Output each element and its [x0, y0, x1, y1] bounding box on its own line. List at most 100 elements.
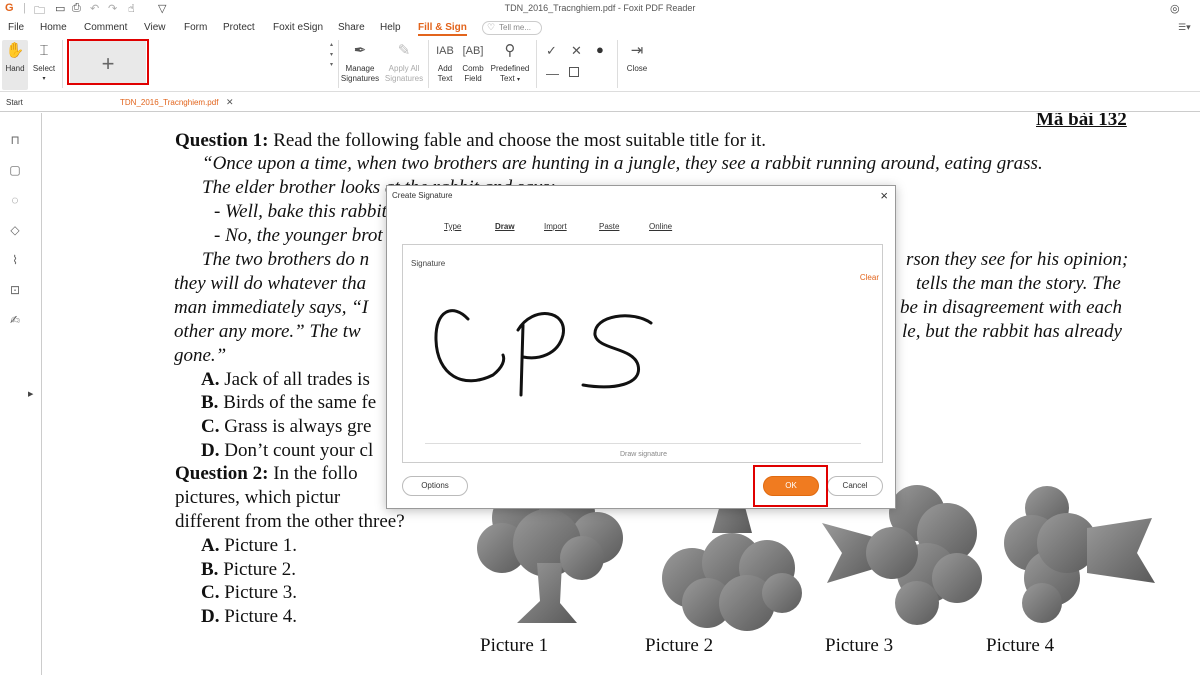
bookmark-icon[interactable]: ⊓ — [8, 133, 22, 147]
tab-start[interactable]: Start — [6, 98, 23, 107]
tab-paste[interactable]: Paste — [599, 222, 619, 231]
apply-all-label-2: Signatures — [384, 74, 424, 83]
menu-help[interactable]: Help — [380, 22, 401, 33]
security-icon[interactable]: ⊡ — [8, 283, 22, 297]
cancel-button[interactable]: Cancel — [827, 476, 883, 496]
signature-label: Signature — [411, 259, 446, 268]
predefined-label-2: Text — [500, 74, 515, 83]
add-text-icon: IAB — [436, 45, 454, 57]
picture-4-label: Picture 4 — [986, 635, 1055, 656]
expand-panel-icon[interactable]: ▶ — [28, 390, 33, 398]
option-q2-a: A. Picture 1. — [201, 535, 298, 556]
comb-field-button[interactable]: [AB] Comb Field — [460, 42, 486, 84]
ribbon: ✋ Hand ⌶ Select ▾ + ▴ ▾ ▾ ✒ Manage Signatu… — [0, 38, 1200, 92]
menu-bar: File Home Comment View Form Protect Foxi… — [0, 18, 1200, 38]
predefined-text-button[interactable]: ⚲ Predefined Text ▾ — [489, 42, 531, 85]
option-q1-a: A. Jack of all trades is — [201, 369, 370, 390]
menu-fill-sign[interactable]: Fill & Sign — [418, 22, 467, 36]
question-2-line: pictures, which pictur — [175, 487, 341, 508]
tab-document[interactable]: TDN_2016_Tracnghiem.pdf — [120, 98, 218, 107]
select-icon: ⌶ — [39, 42, 49, 59]
create-signature-dialog: Create Signature × Type Draw Import Past… — [386, 185, 896, 509]
signature-panel-icon[interactable]: ✍ — [8, 313, 22, 327]
tree-picture-4 — [1004, 486, 1155, 623]
chevron-down-icon: ▾ — [42, 76, 46, 82]
dialog-title: Create Signature — [392, 191, 453, 200]
select-tool-button[interactable]: ⌶ Select ▾ — [30, 42, 58, 84]
add-text-button[interactable]: IAB Add Text — [433, 42, 457, 84]
lightbulb-icon: ♡ — [487, 22, 496, 32]
hand-label: Hand — [5, 64, 25, 73]
drawn-signature — [434, 309, 653, 397]
ok-button[interactable]: OK — [763, 476, 819, 496]
fable-line: - No, the younger brot — [214, 225, 383, 246]
menu-share[interactable]: Share — [338, 22, 365, 33]
options-button[interactable]: Options — [402, 476, 468, 496]
apply-all-label-1: Apply All — [388, 64, 420, 73]
menu-file[interactable]: File — [8, 22, 24, 33]
question-2: Question 2: In the follo — [175, 463, 358, 484]
menu-home[interactable]: Home — [40, 22, 67, 33]
tab-import[interactable]: Import — [544, 222, 567, 231]
fable-line: The two brothers do n — [202, 249, 370, 270]
apply-all-icon: ✎ — [397, 42, 411, 59]
fable-line: “Once upon a time, when two brothers are… — [202, 153, 1043, 174]
option-q1-b: B. Birds of the same fe — [201, 392, 377, 413]
divider — [536, 40, 537, 88]
comb-field-label-2: Field — [464, 74, 482, 83]
tell-me-search[interactable]: ♡ Tell me... — [482, 21, 542, 35]
tab-online[interactable]: Online — [649, 222, 672, 231]
menu-foxit-esign[interactable]: Foxit eSign — [273, 22, 323, 33]
picture-1-label: Picture 1 — [480, 635, 549, 656]
fable-line: tells the man the story. The — [916, 273, 1121, 294]
attachment-icon[interactable]: ⌇ — [8, 253, 22, 267]
option-q1-c: C. Grass is always gre — [201, 416, 372, 437]
fable-line: be in disagreement with each — [900, 297, 1122, 318]
fable-line: - Well, bake this rabbit — [214, 201, 387, 222]
dot-icon[interactable]: ● — [596, 42, 604, 57]
comment-icon[interactable]: ◌ — [8, 193, 22, 207]
signature-draw-area[interactable]: Signature Clear Draw signature — [402, 244, 883, 463]
clear-link[interactable]: Clear — [860, 273, 879, 282]
signature-baseline — [425, 443, 861, 444]
menu-view[interactable]: View — [144, 22, 166, 33]
hand-tool-button[interactable]: ✋ Hand — [3, 42, 27, 74]
manage-signatures-button[interactable]: ✒ Manage Signatures — [340, 42, 380, 84]
tab-type[interactable]: Type — [444, 222, 461, 231]
exam-code: Mã bài 132 — [1036, 113, 1127, 130]
divider — [62, 40, 63, 88]
box-icon[interactable] — [569, 67, 579, 77]
predefined-text-icon: ⚲ — [504, 42, 516, 59]
divider — [338, 40, 339, 88]
close-icon[interactable]: × — [880, 188, 888, 203]
close-label: Close — [626, 64, 648, 73]
question-1: Question 1: Read the following fable and… — [175, 130, 766, 152]
option-q1-d: D. Don’t count your cl — [201, 440, 374, 461]
comb-field-label-1: Comb — [462, 64, 484, 73]
window-title: TDN_2016_Tracnghiem.pdf - Foxit PDF Read… — [504, 3, 696, 13]
check-icon[interactable]: ✓ — [546, 43, 557, 59]
tab-draw[interactable]: Draw — [495, 222, 515, 231]
pages-icon[interactable]: ▢ — [8, 163, 22, 177]
divider — [428, 40, 429, 88]
line-icon[interactable]: — — [546, 66, 559, 81]
option-q2-d: D. Picture 4. — [201, 606, 298, 627]
menu-comment[interactable]: Comment — [84, 22, 127, 33]
layers-icon[interactable]: ◇ — [8, 223, 22, 237]
add-signature-button[interactable]: + — [70, 41, 146, 85]
ribbon-options-icon[interactable]: ☰▾ — [1178, 22, 1191, 33]
question-1-text: Read the following fable and choose the … — [268, 130, 767, 151]
add-text-label-1: Add — [437, 64, 453, 73]
picture-2-label: Picture 2 — [645, 635, 714, 656]
menu-protect[interactable]: Protect — [223, 22, 255, 33]
apply-all-signatures-button[interactable]: ✎ Apply All Signatures — [383, 42, 425, 84]
account-icon[interactable]: ◎ — [1170, 2, 1180, 15]
hand-icon: ✋ — [5, 42, 25, 59]
plus-icon: + — [101, 51, 115, 76]
fable-line: rson they see for his opinion; — [906, 249, 1129, 270]
close-tab-icon[interactable]: ✕ — [226, 97, 234, 108]
close-fill-sign-button[interactable]: ⇥ Close — [622, 42, 652, 74]
cross-icon[interactable]: ✕ — [571, 43, 582, 59]
menu-form[interactable]: Form — [184, 22, 207, 33]
gallery-scroll[interactable]: ▴ ▾ ▾ — [330, 40, 333, 70]
